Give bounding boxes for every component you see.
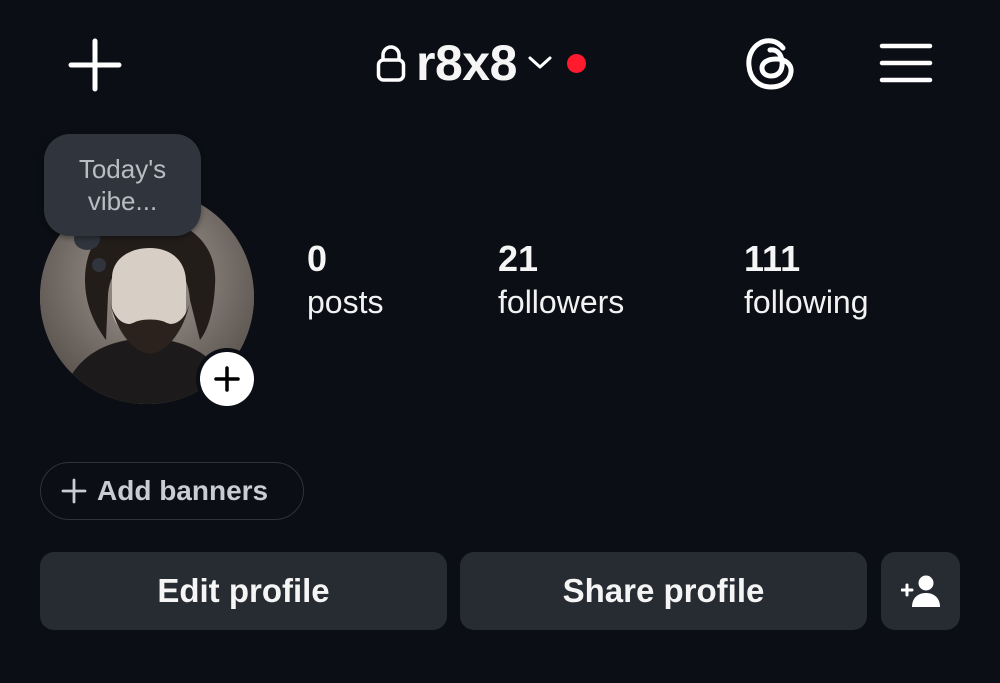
following-count[interactable]: 111 following: [744, 238, 869, 324]
add-banners-label: Add banners: [97, 475, 269, 506]
posts-value: 0: [307, 238, 328, 279]
create-button[interactable]: [66, 36, 124, 94]
followers-label: followers: [498, 284, 625, 320]
posts-label: posts: [307, 284, 384, 320]
hamburger-menu-icon: [879, 43, 933, 83]
plus-icon: [68, 38, 122, 92]
account-switcher[interactable]: r8x8: [376, 30, 586, 96]
plus-icon: [214, 366, 240, 392]
add-person-icon: [900, 575, 940, 607]
plus-icon: [61, 478, 87, 504]
threads-button[interactable]: [740, 32, 802, 94]
threads-icon: [746, 38, 794, 90]
discover-people-button[interactable]: [881, 552, 960, 630]
following-value: 111: [744, 238, 801, 279]
note-bubble[interactable]: Today's vibe...: [44, 134, 201, 236]
share-profile-label: Share profile: [562, 572, 765, 609]
notification-dot: [566, 53, 586, 73]
share-profile-button[interactable]: Share profile: [460, 552, 867, 630]
following-label: following: [744, 284, 869, 320]
username: r8x8: [416, 35, 517, 91]
menu-button[interactable]: [876, 36, 936, 90]
edit-profile-label: Edit profile: [157, 572, 330, 609]
edit-profile-button[interactable]: Edit profile: [40, 552, 447, 630]
add-story-button[interactable]: [196, 348, 258, 410]
lock-icon: [376, 45, 406, 82]
note-line-1: Today's: [78, 154, 167, 184]
posts-count[interactable]: 0 posts: [307, 238, 383, 324]
note-bubble-tail: [92, 258, 106, 272]
chevron-down-icon: [528, 56, 552, 69]
note-line-2: vibe...: [87, 186, 158, 216]
add-banners-button[interactable]: Add banners: [40, 462, 304, 520]
followers-count[interactable]: 21 followers: [498, 238, 624, 324]
followers-value: 21: [498, 238, 539, 279]
